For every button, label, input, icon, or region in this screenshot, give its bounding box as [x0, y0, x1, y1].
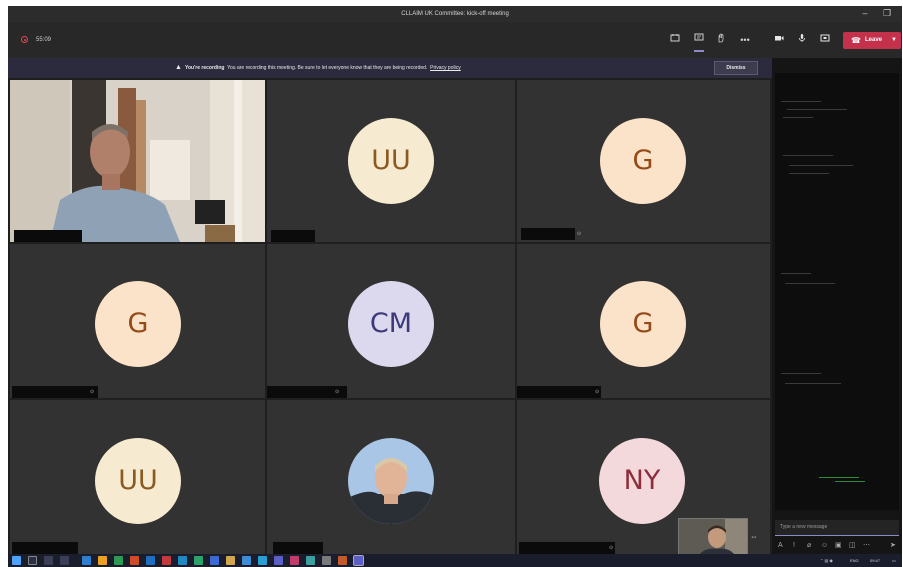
title-bar: CLLAIM UK Committee: kick-off meeting – …	[8, 6, 902, 22]
privacy-policy-link[interactable]: Privacy policy	[430, 65, 461, 71]
important-icon[interactable]: !	[793, 540, 795, 552]
taskbar-app-icon[interactable]	[146, 556, 155, 565]
taskbar-app-icon[interactable]	[338, 556, 347, 565]
warning-icon: ▲	[175, 64, 182, 71]
start-icon[interactable]	[12, 556, 21, 565]
chevron-down-icon[interactable]: ▼	[891, 32, 897, 49]
taskbar-app-icon[interactable]	[162, 556, 171, 565]
participant-avatar: UU	[348, 118, 434, 204]
participant-nameplate	[517, 386, 601, 398]
chat-icon[interactable]	[692, 33, 706, 52]
task-view-icon[interactable]	[44, 556, 53, 565]
participant-nameplate	[12, 386, 98, 398]
windows-taskbar: ⌃ ▤ ◉ ENG 09:47 ▭	[8, 554, 902, 567]
participant-nameplate	[273, 542, 323, 554]
taskbar-app-icon[interactable]	[322, 556, 331, 565]
participant-avatar: G	[95, 281, 181, 367]
tray-icons[interactable]: ⌃ ▤ ◉	[820, 554, 833, 567]
participant-avatar: UU	[95, 438, 181, 524]
gif-icon[interactable]: ▣	[835, 540, 842, 552]
leave-label: Leave	[865, 37, 883, 43]
microphone-icon[interactable]	[795, 33, 809, 47]
taskbar-app-icon[interactable]	[290, 556, 299, 565]
taskbar-app-icon[interactable]	[194, 556, 203, 565]
pin-icon: ⊙	[609, 545, 614, 551]
format-icon[interactable]: A	[778, 540, 783, 552]
clock[interactable]: 09:47	[870, 554, 880, 567]
dismiss-button[interactable]: Dismiss	[714, 61, 758, 75]
participant-video-feed	[10, 80, 265, 242]
window-title: CLLAIM UK Committee: kick-off meeting	[401, 11, 509, 17]
participant-avatar: G	[600, 118, 686, 204]
banner-message: You are recording this meeting. Be sure …	[227, 65, 428, 71]
participant-nameplate	[521, 228, 575, 240]
taskbar-app-icon[interactable]	[178, 556, 187, 565]
share-screen-icon[interactable]	[818, 33, 832, 47]
restore-button[interactable]: ❐	[878, 6, 896, 22]
taskbar-app-icon[interactable]	[274, 556, 283, 565]
meeting-toolbar: 55:09 ••• ☎ Leave ▼	[8, 22, 902, 58]
chat-message-input[interactable]: Type a new message	[775, 520, 899, 536]
sticker-icon[interactable]: ◫	[849, 540, 856, 552]
participant-tile[interactable]: G ⊙	[517, 244, 770, 398]
camera-icon[interactable]	[772, 33, 786, 47]
self-view-video[interactable]	[678, 518, 748, 554]
pin-icon: ⊙	[90, 389, 95, 395]
taskbar-app-icon[interactable]	[114, 556, 123, 565]
participant-tile[interactable]: NY ⊙ ⇔	[517, 400, 770, 554]
notifications-icon[interactable]: ▭	[892, 554, 896, 567]
participant-grid: UU G ⊙ G ⊙ CM ⊙ G ⊙ UU NY ⊙ ⇔	[8, 78, 772, 554]
participant-tile[interactable]: G ⊙	[517, 80, 770, 242]
taskbar-app-icon[interactable]	[258, 556, 267, 565]
taskbar-app-icon[interactable]	[306, 556, 315, 565]
participant-tile-video[interactable]	[10, 80, 265, 242]
pin-icon: ⊙	[595, 389, 600, 395]
recording-timer: 55:09	[36, 37, 52, 43]
participant-tile[interactable]: UU	[10, 400, 265, 554]
pin-icon: ⊙	[577, 231, 582, 237]
search-icon[interactable]	[28, 556, 37, 565]
teams-meeting-window: CLLAIM UK Committee: kick-off meeting – …	[8, 6, 902, 554]
recording-banner: ▲ You're recording You are recording thi…	[8, 58, 772, 78]
taskbar-app-icon[interactable]	[226, 556, 235, 565]
leave-button[interactable]: ☎ Leave ▼	[843, 32, 901, 49]
participant-photo-avatar	[348, 438, 434, 524]
banner-title: You're recording	[185, 65, 225, 71]
participant-tile[interactable]: UU	[267, 80, 515, 242]
participant-tile[interactable]: CM ⊙	[267, 244, 515, 398]
participant-tile[interactable]	[267, 400, 515, 554]
raise-hand-icon[interactable]	[714, 33, 728, 47]
participant-nameplate	[14, 230, 82, 242]
participant-nameplate	[12, 542, 78, 554]
taskbar-app-icon[interactable]	[242, 556, 251, 565]
language-indicator[interactable]: ENG	[850, 554, 859, 567]
emoji-icon[interactable]: ☺	[821, 540, 828, 552]
expand-self-view-icon[interactable]: ⇔	[750, 532, 758, 541]
taskbar-app-icon[interactable]	[60, 556, 69, 565]
teams-taskbar-icon[interactable]	[353, 555, 364, 566]
taskbar-app-icon[interactable]	[98, 556, 107, 565]
send-icon[interactable]: ➤	[890, 540, 896, 552]
participant-avatar: CM	[348, 281, 434, 367]
participant-avatar: G	[600, 281, 686, 367]
minimize-button[interactable]: –	[856, 6, 874, 22]
participant-nameplate	[271, 230, 315, 242]
taskbar-app-icon[interactable]	[130, 556, 139, 565]
chat-compose-toolbar: A ! ⌀ ☺ ▣ ◫ ⋯ ➤	[775, 540, 899, 552]
more-icon[interactable]: ⋯	[863, 540, 870, 552]
pin-icon: ⊙	[335, 389, 340, 395]
phone-hangup-icon: ☎	[851, 36, 861, 45]
chat-message-list	[775, 73, 899, 510]
chat-panel: Type a new message A ! ⌀ ☺ ▣ ◫ ⋯ ➤	[772, 58, 902, 554]
participant-tile[interactable]: G ⊙	[10, 244, 265, 398]
participant-avatar: NY	[599, 438, 685, 524]
attach-icon[interactable]: ⌀	[807, 540, 811, 552]
participants-icon[interactable]	[668, 33, 682, 47]
more-options-button[interactable]: •••	[738, 33, 752, 47]
participant-nameplate	[519, 542, 615, 554]
taskbar-app-icon[interactable]	[210, 556, 219, 565]
taskbar-app-icon[interactable]	[82, 556, 91, 565]
recording-icon	[21, 36, 28, 43]
